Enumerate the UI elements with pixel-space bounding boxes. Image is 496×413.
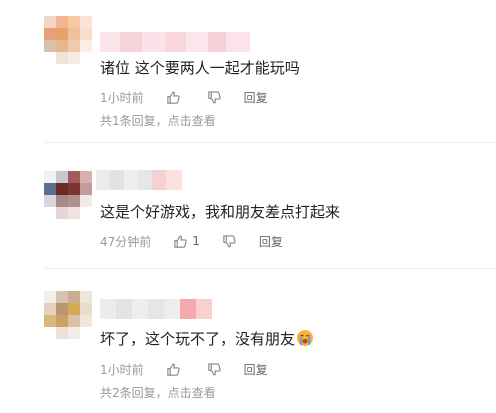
like-button[interactable]: [166, 90, 185, 105]
comment-text-content: 坏了，这个玩不了，没有朋友: [100, 330, 296, 348]
reply-button[interactable]: 回复: [244, 361, 268, 378]
comment-text: 坏了，这个玩不了，没有朋友: [100, 329, 314, 349]
comment-time: 47分钟前: [100, 234, 152, 249]
thumbs-down-icon: [207, 362, 221, 376]
comment-item: 坏了，这个玩不了，没有朋友 1小时前 回复 共2条回复，点击查看: [0, 269, 496, 413]
comment-text: 诸位 这个要两人一起才能玩吗: [100, 59, 300, 77]
reply-button[interactable]: 回复: [259, 233, 283, 250]
avatar[interactable]: [44, 16, 92, 64]
view-replies-link[interactable]: 共2条回复，点击查看: [100, 384, 216, 401]
thumbs-up-icon: [174, 234, 187, 248]
dislike-button[interactable]: [207, 90, 222, 105]
dislike-button[interactable]: [222, 234, 237, 249]
comment-text: 这是个好游戏，我和朋友差点打起来: [100, 203, 341, 221]
reply-button[interactable]: 回复: [244, 89, 268, 106]
comment-item: 这是个好游戏，我和朋友差点打起来 47分钟前 1 回复: [0, 143, 496, 269]
comment-item: 诸位 这个要两人一起才能玩吗 1小时前 回复 共1条回复，点击查看: [0, 0, 496, 143]
avatar[interactable]: [44, 291, 92, 339]
dislike-button[interactable]: [207, 362, 222, 377]
comment-actions: 1小时前 回复: [100, 360, 290, 378]
thumbs-down-icon: [223, 234, 236, 248]
thumbs-up-icon: [166, 90, 180, 104]
avatar[interactable]: [44, 171, 92, 219]
username[interactable]: [96, 170, 182, 190]
crying-face-emoji: [297, 330, 314, 346]
like-button[interactable]: [166, 362, 185, 377]
comment-time: 1小时前: [100, 90, 144, 105]
username[interactable]: [100, 299, 212, 319]
like-count: 1: [192, 234, 200, 248]
comment-actions: 47分钟前 1 回复: [100, 232, 305, 250]
username[interactable]: [100, 32, 250, 52]
comment-actions: 1小时前 回复: [100, 88, 290, 106]
view-replies-link[interactable]: 共1条回复，点击查看: [100, 112, 216, 129]
thumbs-down-icon: [207, 90, 221, 104]
thumbs-up-icon: [166, 362, 180, 376]
comment-time: 1小时前: [100, 362, 144, 377]
like-button[interactable]: 1: [173, 234, 200, 249]
